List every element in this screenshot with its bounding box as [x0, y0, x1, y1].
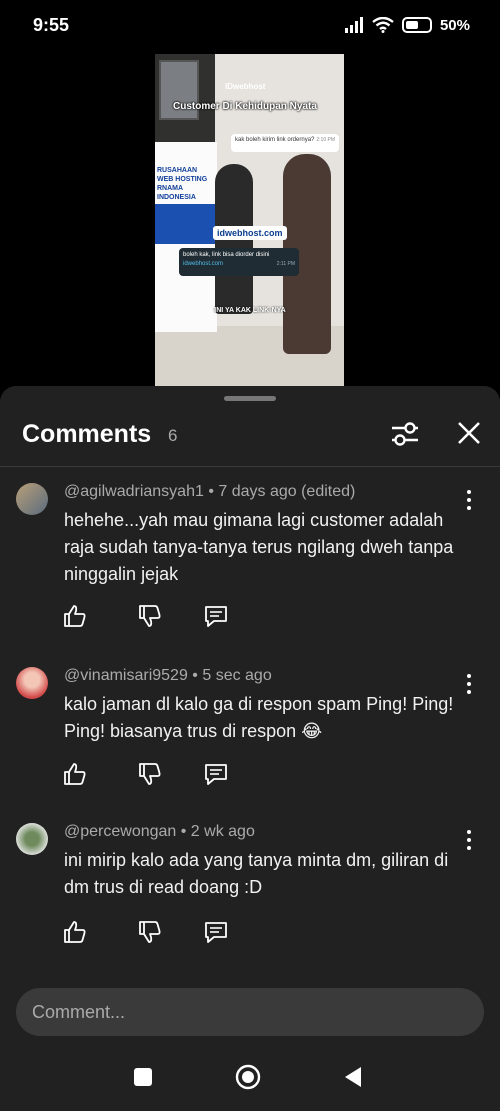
video-bottom-caption: INI YA KAK LINK-NYA	[214, 307, 286, 314]
video-chat-answer-link: idwebhost.com	[183, 261, 224, 267]
wifi-icon	[372, 17, 394, 33]
video-chat-question-text: kak boleh kirim link ordernya?	[235, 137, 315, 143]
thumbs-up-icon[interactable]	[61, 918, 89, 946]
back-icon[interactable]	[340, 1064, 366, 1090]
drag-handle[interactable]	[224, 396, 276, 401]
comment-meta[interactable]: @percewongan • 2 wk ago	[64, 823, 255, 841]
reply-icon[interactable]	[202, 602, 230, 630]
video-banner-blue	[155, 204, 217, 244]
comment-meta[interactable]: @agilwadriansyah1 • 7 days ago (edited)	[64, 483, 355, 501]
avatar[interactable]	[16, 823, 48, 855]
more-vert-icon[interactable]	[462, 829, 476, 851]
comment-item: @percewongan • 2 wk ago ini mirip kalo a…	[0, 823, 500, 953]
avatar[interactable]	[16, 667, 48, 699]
video-domain-pill: idwebhost.com	[213, 226, 287, 240]
thumbs-down-icon[interactable]	[136, 760, 164, 788]
status-icons: 50%	[344, 17, 470, 34]
video-chat-answer: boleh kak, link bisa diorder disini idwe…	[179, 248, 299, 276]
comment-item: @vinamisari9529 • 5 sec ago kalo jaman d…	[0, 667, 500, 797]
system-nav-bar	[0, 1040, 500, 1111]
home-icon[interactable]	[235, 1064, 261, 1090]
status-bar: 9:55 50%	[0, 0, 500, 50]
reply-icon[interactable]	[202, 918, 230, 946]
avatar[interactable]	[16, 483, 48, 515]
video-brand: IDwebhost	[225, 82, 266, 91]
video-banner-text: RUSAHAAN WEB HOSTING RNAMA INDONESIA	[157, 167, 208, 201]
comments-title: Comments	[22, 420, 152, 448]
thumbs-up-icon[interactable]	[61, 602, 89, 630]
battery-percent: 50%	[439, 16, 470, 34]
comment-text: ini mirip kalo ada yang tanya minta dm, …	[64, 850, 449, 897]
comments-count: 6	[168, 426, 178, 445]
comment-input[interactable]	[16, 988, 484, 1036]
video-chat-question-time: 2:10 PM	[316, 137, 335, 143]
video-chat-question: kak boleh kirim link ordernya? 2:10 PM	[231, 134, 339, 152]
video-chat-answer-time: 2:11 PM	[276, 261, 295, 267]
video-player[interactable]: RUSAHAAN WEB HOSTING RNAMA INDONESIA IDw…	[155, 54, 344, 386]
more-vert-icon[interactable]	[462, 673, 476, 695]
thumbs-down-icon[interactable]	[136, 602, 164, 630]
recents-icon[interactable]	[130, 1064, 156, 1090]
reply-icon[interactable]	[202, 760, 230, 788]
sliders-icon[interactable]	[390, 420, 420, 448]
thumbs-down-icon[interactable]	[136, 918, 164, 946]
signal-icon	[344, 17, 363, 33]
comments-header: Comments 6	[0, 414, 500, 454]
video-chat-answer-text: boleh kak, link bisa diorder disini	[183, 252, 270, 258]
header-divider	[0, 466, 500, 467]
thumbs-up-icon[interactable]	[61, 760, 89, 788]
video-caption: Customer Di Kehidupan Nyata	[173, 101, 317, 112]
comment-item: @agilwadriansyah1 • 7 days ago (edited) …	[0, 483, 500, 633]
battery-icon	[401, 17, 432, 33]
comment-text: kalo jaman dl kalo ga di respon spam Pin…	[64, 694, 454, 741]
status-time: 9:55	[33, 14, 70, 35]
more-vert-icon[interactable]	[462, 489, 476, 511]
comment-text: hehehe...yah mau gimana lagi customer ad…	[64, 510, 454, 584]
comment-input-container	[16, 988, 484, 1036]
close-icon[interactable]	[456, 420, 482, 446]
comment-meta[interactable]: @vinamisari9529 • 5 sec ago	[64, 667, 272, 685]
